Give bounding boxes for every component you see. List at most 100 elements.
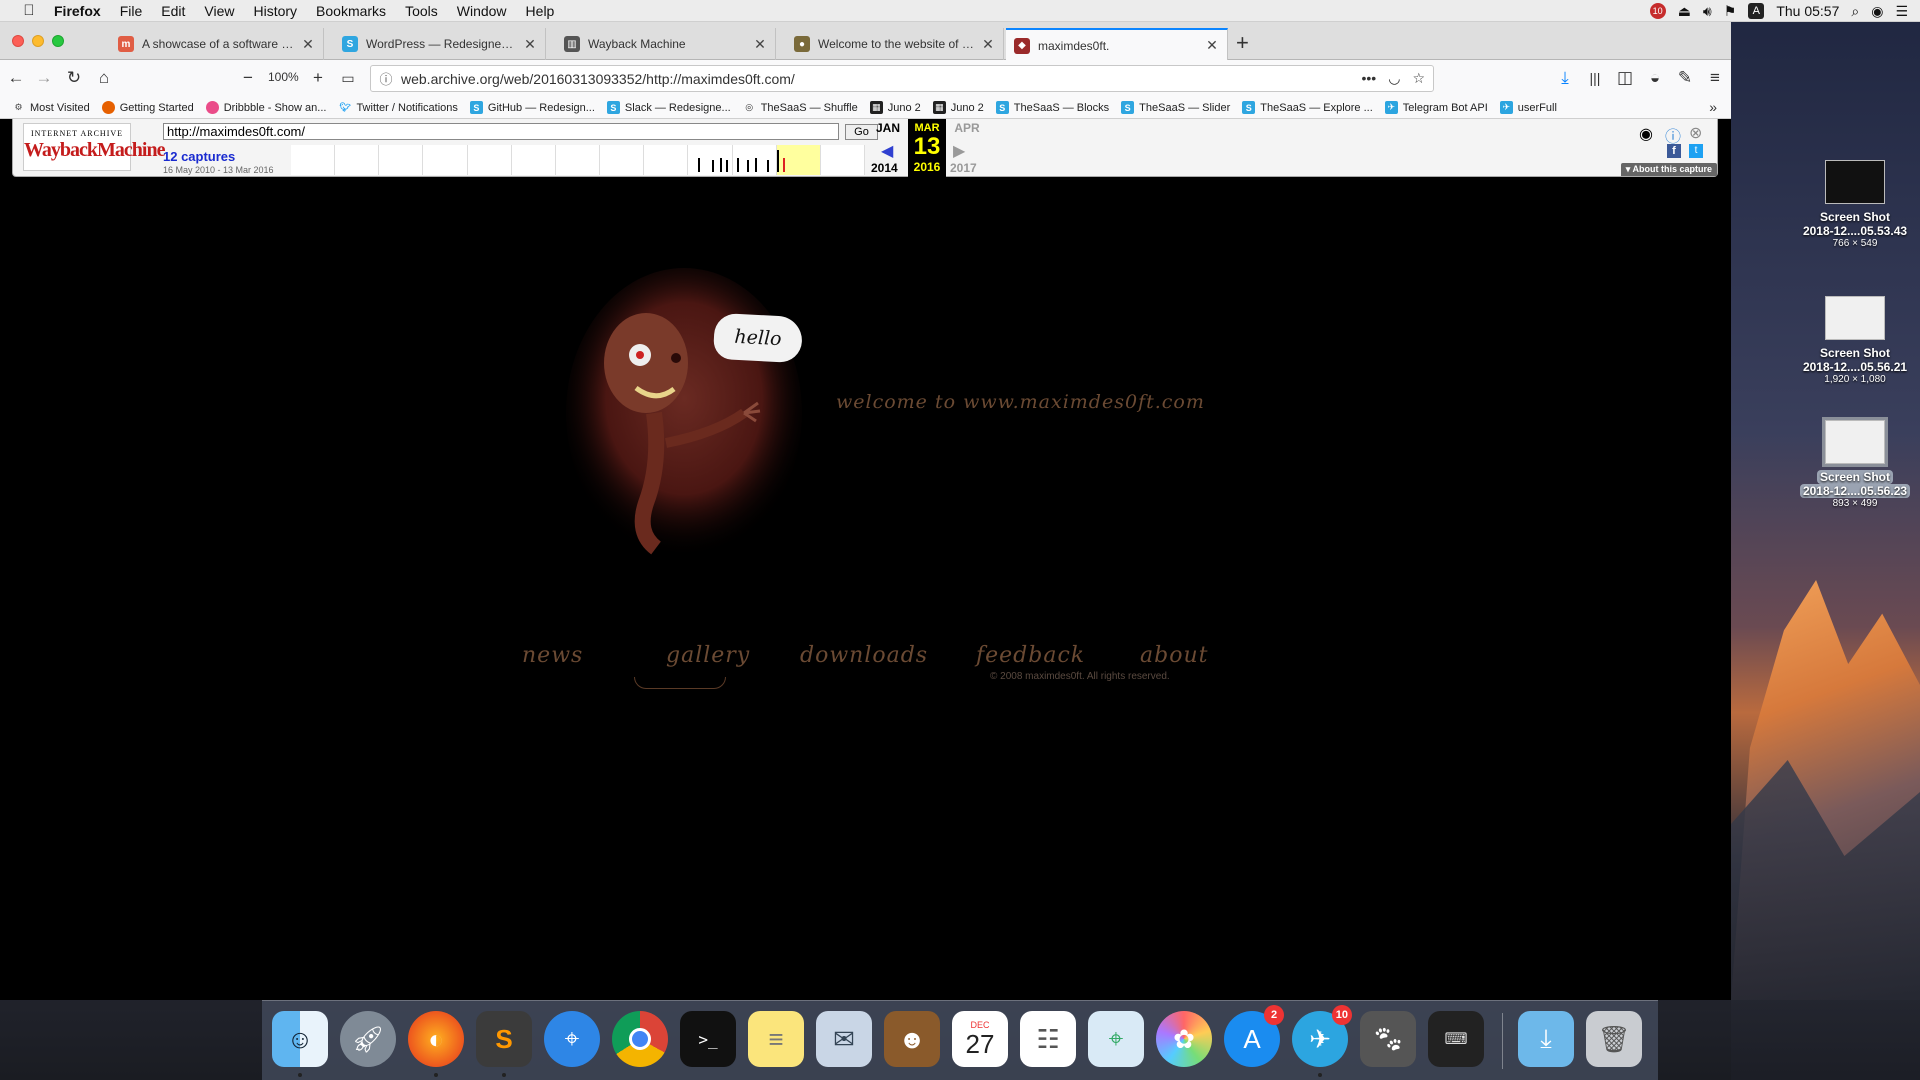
close-tab-icon[interactable]: ✕ (753, 36, 767, 53)
menu-file[interactable]: File (120, 3, 143, 19)
tab-maximdes0ft[interactable]: ◆ maximdes0ft. ✕ (1006, 28, 1228, 61)
page-actions-icon[interactable]: ••• (1362, 70, 1377, 87)
desktop-screenshot-1[interactable]: Screen Shot 2018-12....05.53.43 766 × 54… (1790, 160, 1920, 249)
url-text[interactable]: web.archive.org/web/20160313093352/http:… (401, 71, 795, 87)
notes-icon[interactable]: ≡ (748, 1011, 804, 1067)
zoom-in-button[interactable]: + (306, 66, 330, 90)
next-year[interactable]: 2017 (950, 161, 977, 175)
keyboard-icon[interactable]: ⌨ (1428, 1011, 1484, 1067)
gimp-icon[interactable]: 🐾︎ (1360, 1011, 1416, 1067)
eject-icon[interactable]: ⏏ (1678, 3, 1691, 20)
prev-month[interactable]: JAN (871, 121, 905, 135)
maps-icon[interactable]: ⌖ (1088, 1011, 1144, 1067)
prev-year[interactable]: 2014 (871, 161, 898, 175)
address-bar[interactable]: ⓘ web.archive.org/web/20160313093352/htt… (370, 65, 1434, 92)
bookmark-most-visited[interactable]: ⚙ Most Visited (12, 101, 89, 114)
input-source-icon[interactable]: A (1748, 3, 1765, 19)
bookmark-getting-started[interactable]: Getting Started (101, 101, 194, 114)
bookmark-thesaas-slider[interactable]: S TheSaaS — Slider (1121, 101, 1230, 114)
next-month[interactable]: APR (950, 121, 984, 135)
spotlight-icon[interactable]: ⌕ (1851, 3, 1859, 20)
nav-gallery-link[interactable]: gallery (666, 643, 750, 668)
firefox-dock-icon[interactable]: ◐ (408, 1011, 464, 1077)
menu-tools[interactable]: Tools (405, 3, 438, 19)
close-tab-icon[interactable]: ✕ (301, 36, 315, 53)
app-store-icon[interactable]: A2 (1224, 1005, 1284, 1067)
chrome-icon[interactable] (612, 1011, 668, 1067)
bookmark-star-icon[interactable]: ☆ (1412, 70, 1425, 87)
close-window-button[interactable] (12, 35, 24, 47)
next-capture-icon[interactable]: ▶ (953, 141, 965, 161)
tab-showcase[interactable]: m A showcase of a software engin ✕ (110, 28, 324, 60)
library-icon[interactable]: ||| (1583, 66, 1607, 90)
close-tab-icon[interactable]: ✕ (1205, 37, 1219, 54)
bookmark-github-redesign[interactable]: S GitHub — Redesign... (469, 101, 595, 114)
captures-link[interactable]: 12 captures (163, 149, 235, 164)
safari-icon[interactable]: ⌖ (544, 1011, 600, 1067)
mail-icon[interactable]: ✉ (816, 1011, 872, 1067)
extension-icon[interactable]: ◒ (1643, 66, 1667, 90)
wayback-url-input[interactable]: http://maximdes0ft.com/ (163, 123, 839, 140)
bookmark-userfull[interactable]: ✈ userFull (1499, 101, 1557, 114)
site-info-icon[interactable]: ⓘ (371, 69, 401, 88)
photos-icon[interactable]: ✿ (1156, 1011, 1212, 1067)
launchpad-icon[interactable]: 🚀︎ (340, 1011, 396, 1067)
apple-menu-icon[interactable]:  (20, 2, 38, 19)
contacts-icon[interactable]: ☻ (884, 1011, 940, 1067)
desktop-screenshot-2[interactable]: Screen Shot 2018-12....05.56.21 1,920 × … (1790, 296, 1920, 385)
wayback-logo[interactable]: INTERNET ARCHIVE WaybackMachine (23, 123, 165, 171)
bookmark-thesaas-explore[interactable]: S TheSaaS — Explore ... (1242, 101, 1373, 114)
finder-icon[interactable]: ☺ (272, 1011, 328, 1077)
volume-icon[interactable]: 🔊︎ (1703, 3, 1712, 20)
sidebar-icon[interactable]: ◫ (1613, 66, 1637, 90)
nav-news-link[interactable]: news (522, 643, 583, 668)
calendar-icon[interactable]: DEC 27 (952, 1011, 1008, 1067)
about-capture-button[interactable]: ▾ About this capture (1620, 163, 1717, 176)
bookmark-telegram-bot-api[interactable]: ✈ Telegram Bot API (1384, 101, 1488, 114)
siri-icon[interactable]: ◉ (1871, 3, 1883, 20)
flag-icon[interactable]: ⚑ (1724, 3, 1737, 20)
prev-capture-icon[interactable]: ◀ (881, 141, 893, 161)
capture-sparkline[interactable] (291, 145, 866, 175)
account-icon[interactable]: ◉ (1639, 124, 1653, 144)
downloads-folder-icon[interactable]: ⤓ (1518, 1011, 1574, 1067)
notification-icon[interactable]: 10 (1649, 3, 1666, 19)
twitter-icon[interactable]: t (1689, 144, 1703, 158)
screenshot-icon[interactable]: ▭ (336, 66, 360, 90)
menu-window[interactable]: Window (457, 3, 507, 19)
reload-icon[interactable]: ↻ (62, 66, 86, 90)
downloads-icon[interactable]: ⤓ (1553, 66, 1577, 90)
desktop-screenshot-3[interactable]: Screen Shot 2018-12....05.56.23 893 × 49… (1790, 417, 1920, 509)
bookmark-juno-2-b[interactable]: ▦ Juno 2 (932, 101, 984, 114)
telegram-dock-icon[interactable]: ✈ 10 (1292, 1005, 1352, 1077)
bookmarks-overflow-icon[interactable]: » (1709, 99, 1717, 115)
zoom-level[interactable]: 100% (268, 70, 299, 84)
menu-help[interactable]: Help (526, 3, 555, 19)
reminders-icon[interactable]: ☷ (1020, 1011, 1076, 1067)
zoom-out-button[interactable]: − (236, 66, 260, 90)
nav-about-link[interactable]: about (1140, 643, 1208, 668)
notification-center-icon[interactable]: ☰ (1895, 3, 1908, 20)
app-menu[interactable]: Firefox (54, 3, 101, 19)
tab-wayback[interactable]: ▥ Wayback Machine ✕ (556, 28, 776, 60)
terminal-icon[interactable]: >_ (680, 1011, 736, 1067)
close-tab-icon[interactable]: ✕ (981, 36, 995, 53)
close-tab-icon[interactable]: ✕ (523, 36, 537, 53)
bookmark-twitter[interactable]: 🐦︎ Twitter / Notifications (338, 101, 458, 114)
trash-icon[interactable]: 🗑︎ (1586, 1011, 1642, 1067)
clock[interactable]: Thu 05:57 (1776, 3, 1839, 19)
menu-bookmarks[interactable]: Bookmarks (316, 3, 386, 19)
bookmark-thesaas-blocks[interactable]: S TheSaaS — Blocks (995, 101, 1109, 114)
menu-edit[interactable]: Edit (161, 3, 185, 19)
menu-history[interactable]: History (253, 3, 297, 19)
bookmark-juno-2[interactable]: ▦ Juno 2 (869, 101, 921, 114)
pocket-icon[interactable]: ◡ (1388, 70, 1400, 87)
facebook-icon[interactable]: f (1667, 144, 1681, 158)
nav-downloads-link[interactable]: downloads (800, 643, 928, 668)
tab-welcome[interactable]: ● Welcome to the website of a de ✕ (786, 28, 1004, 60)
bookmark-dribbble[interactable]: Dribbble - Show an... (205, 101, 326, 114)
new-tab-button[interactable]: + (1236, 30, 1249, 56)
home-icon[interactable]: ⌂ (92, 66, 116, 90)
forward-icon[interactable]: → (32, 66, 56, 90)
minimize-window-button[interactable] (32, 35, 44, 47)
